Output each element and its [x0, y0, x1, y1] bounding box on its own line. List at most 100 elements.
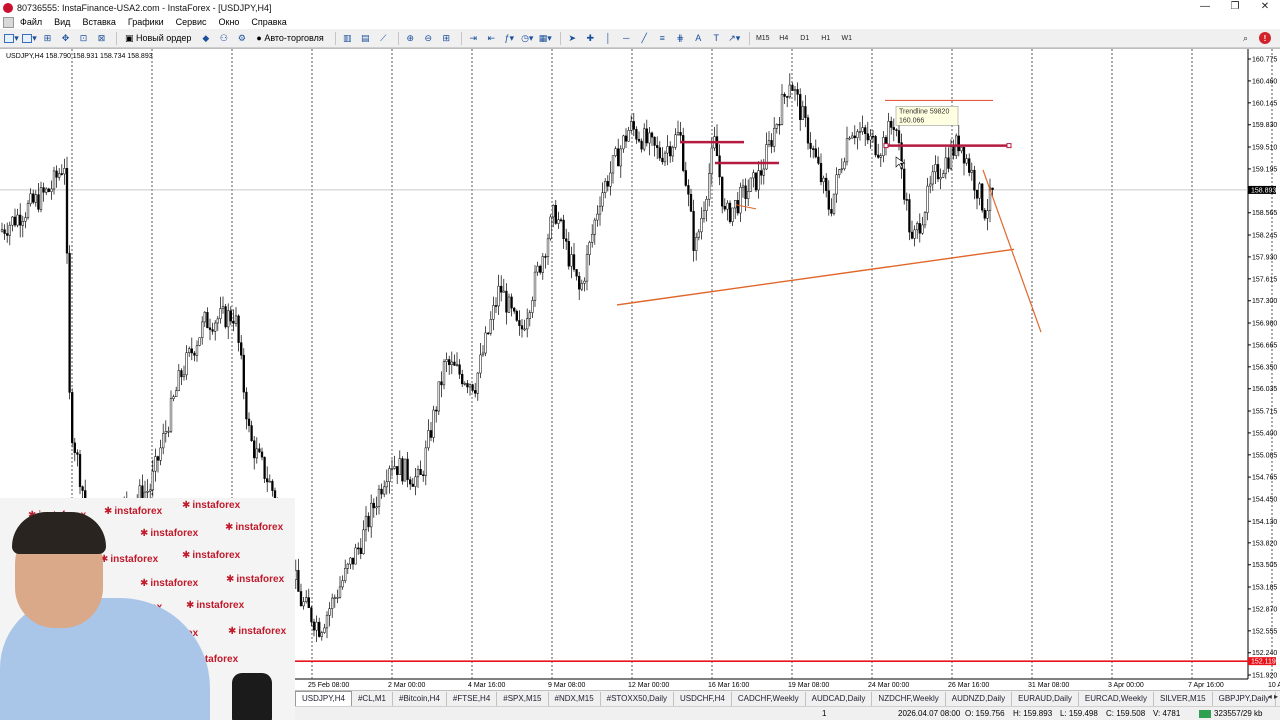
channel-icon[interactable]: ≡ [655, 31, 670, 46]
toolbar-separator [116, 31, 117, 45]
y-tick-label: 157.615 [1252, 276, 1277, 283]
candle-body [593, 219, 596, 235]
timeframe-d1-button[interactable]: D1 [796, 31, 814, 46]
periods-icon[interactable]: ◷▾ [520, 31, 535, 46]
menu-insert[interactable]: Вставка [76, 15, 121, 29]
tile-windows-icon[interactable]: ⊞ [439, 31, 454, 46]
indicators-icon[interactable]: ƒ▾ [502, 31, 517, 46]
chart-shift-icon[interactable]: ⇥ [466, 31, 481, 46]
candle-body [734, 200, 737, 209]
cursor-icon[interactable]: ➤ [565, 31, 580, 46]
menu-help[interactable]: Справка [245, 15, 292, 29]
autoscroll-icon[interactable]: ⇤ [484, 31, 499, 46]
alert-icon[interactable]: ! [1259, 32, 1271, 44]
tab-audnzd-daily[interactable]: AUDNZD,Daily [946, 691, 1013, 706]
tab-gbpjpy-daily[interactable]: GBPJPY,Daily [1213, 691, 1277, 706]
y-tick-label: 154.130 [1252, 519, 1277, 526]
presenter-hair [12, 512, 106, 554]
x-tick-label: 24 Mar 00:00 [868, 682, 909, 689]
new-chart-icon[interactable]: ▾ [4, 31, 19, 46]
tab-silver-m15[interactable]: SILVER,M15 [1154, 691, 1213, 706]
menu-view[interactable]: Вид [48, 15, 76, 29]
candle-body [806, 117, 810, 144]
tab-eurcad-weekly[interactable]: EURCAD,Weekly [1079, 691, 1154, 706]
new-order-button[interactable]: ▣ Новый ордер [121, 31, 195, 46]
menu-window[interactable]: Окно [213, 15, 246, 29]
candle-body [570, 254, 573, 267]
tab-spx-m15[interactable]: #SPX,M15 [497, 691, 549, 706]
tab-ndx-m15[interactable]: #NDX,M15 [549, 691, 601, 706]
tab-scroll-arrows[interactable]: ◂ ▸ [1268, 692, 1278, 701]
candle-body [299, 591, 303, 607]
watermark-text: instaforex [140, 578, 198, 589]
metaeditor-icon[interactable]: ◆ [198, 31, 213, 46]
candle-body [877, 154, 880, 158]
y-tick-label: 157.930 [1252, 254, 1277, 261]
menu-file[interactable]: Файл [14, 15, 48, 29]
y-tick-label: 153.185 [1252, 585, 1277, 592]
tooltip-name: Trendline 59820 [899, 108, 949, 115]
vps-icon[interactable]: ⚙ [234, 31, 249, 46]
profiles-icon[interactable]: ▾ [22, 31, 37, 46]
minimize-icon[interactable]: — [1190, 0, 1220, 15]
tab-cadchf-weekly[interactable]: CADCHF,Weekly [732, 691, 806, 706]
tab-euraud-daily[interactable]: EURAUD,Daily [1012, 691, 1079, 706]
horizontal-line-icon[interactable]: ─ [619, 31, 634, 46]
candle-body [45, 188, 48, 193]
candle-body [645, 128, 648, 144]
menu-charts[interactable]: Графики [122, 15, 170, 29]
candle-body [76, 452, 79, 455]
trendline-icon[interactable]: ╱ [637, 31, 652, 46]
chart-tabs: USDJPY,H4 #CL,M1 #Bitcoin,H4 #FTSE,H4 #S… [295, 690, 1280, 706]
toolbar: ▾ ▾ ⊞ ✥ ⊡ ⊠ ▣ Новый ордер ◆ ⚇ ⚙ ● Авто-т… [0, 29, 1280, 48]
zoom-out-icon[interactable]: ⊖ [421, 31, 436, 46]
candle-body [817, 156, 820, 164]
timeframe-h1-button[interactable]: H1 [817, 31, 835, 46]
auto-trading-button[interactable]: ● Авто-торговля [252, 31, 327, 46]
candle-body [297, 570, 300, 592]
candle-chart-icon[interactable]: ▤ [358, 31, 373, 46]
candle-body [835, 174, 838, 195]
tab-audcad-daily[interactable]: AUDCAD,Daily [806, 691, 873, 706]
candle-body [367, 515, 370, 528]
signals-icon[interactable]: ⚇ [216, 31, 231, 46]
tab-nzdchf-weekly[interactable]: NZDCHF,Weekly [872, 691, 946, 706]
timeframe-h4-button[interactable]: H4 [775, 31, 793, 46]
timeframe-w1-button[interactable]: W1 [838, 31, 856, 46]
text-icon[interactable]: A [691, 31, 706, 46]
candle-body [848, 137, 851, 140]
menu-tools[interactable]: Сервис [170, 15, 213, 29]
templates-icon[interactable]: ▦▾ [538, 31, 553, 46]
market-watch-icon[interactable]: ⊞ [40, 31, 55, 46]
candle-body [949, 146, 953, 169]
candle-body [760, 170, 763, 176]
search-icon[interactable]: ⌕ [1238, 31, 1253, 46]
candle-body [546, 238, 550, 257]
fibonacci-icon[interactable]: ⋕ [673, 31, 688, 46]
candle-body [851, 135, 854, 139]
tab-usdjpy-h4[interactable]: USDJPY,H4 [295, 691, 352, 706]
text-label-icon[interactable]: T [709, 31, 724, 46]
candle-body [903, 168, 906, 200]
bar-chart-icon[interactable]: ▥ [340, 31, 355, 46]
terminal-icon[interactable]: ⊡ [76, 31, 91, 46]
line-chart-icon[interactable]: ⟋ [376, 31, 391, 46]
navigator-icon[interactable]: ✥ [58, 31, 73, 46]
close-icon[interactable]: ✕ [1250, 0, 1280, 15]
tab-cl-m1[interactable]: #CL,M1 [352, 691, 393, 706]
candle-body [565, 238, 568, 242]
crosshair-icon[interactable]: ✚ [583, 31, 598, 46]
maximize-icon[interactable]: ❐ [1220, 0, 1250, 15]
candle-body [697, 231, 700, 238]
zoom-in-icon[interactable]: ⊕ [403, 31, 418, 46]
tab-usdchf-h4[interactable]: USDCHF,H4 [674, 691, 732, 706]
candle-body [973, 169, 976, 191]
timeframe-m15-button[interactable]: M15 [754, 31, 772, 46]
vertical-line-icon[interactable]: │ [601, 31, 616, 46]
tab-stoxx50-daily[interactable]: #STOXX50,Daily [601, 691, 674, 706]
tab-ftse-h4[interactable]: #FTSE,H4 [447, 691, 498, 706]
candle-body [523, 328, 526, 331]
tab-bitcoin-h4[interactable]: #Bitcoin,H4 [393, 691, 447, 706]
arrows-icon[interactable]: ↗▾ [727, 31, 742, 46]
tester-icon[interactable]: ⊠ [94, 31, 109, 46]
